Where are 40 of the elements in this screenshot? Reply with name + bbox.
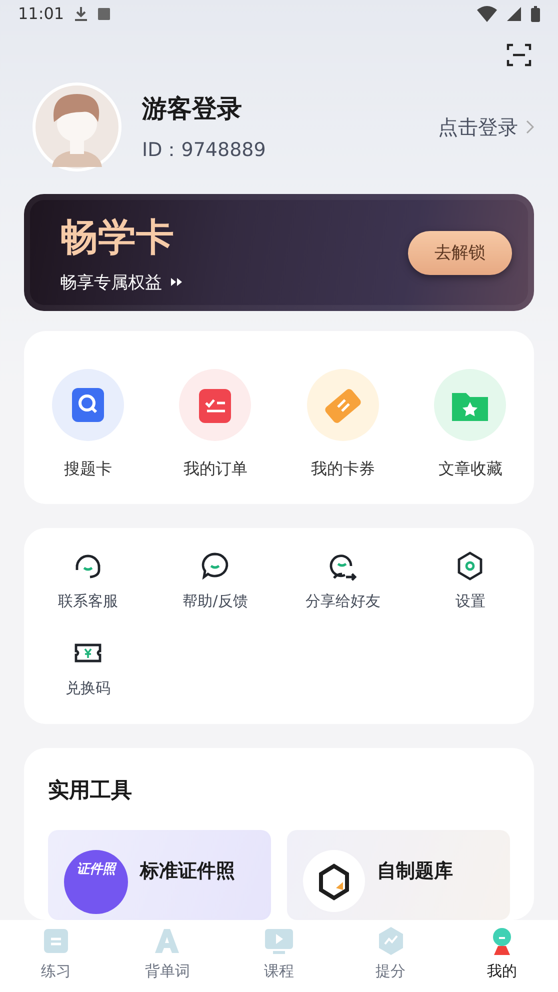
tool-label: 标准证件照	[140, 859, 235, 884]
scan-icon[interactable]	[506, 42, 532, 68]
service-label[interactable]: 设置	[455, 592, 486, 611]
battery-icon	[531, 6, 540, 22]
tab-item[interactable]: 背单词	[112, 920, 224, 992]
tab-item[interactable]: 课程	[223, 920, 335, 992]
tool-label: 自制题库	[377, 859, 453, 884]
membership-banner[interactable]: 畅学卡 畅享专属权益 去解锁	[24, 194, 534, 311]
avatar[interactable]	[32, 82, 122, 172]
section-title: 实用工具	[48, 777, 133, 804]
tool-card[interactable]: 自制题库	[287, 830, 510, 920]
shortcut-label[interactable]: 搜题卡	[64, 459, 112, 480]
tab-item[interactable]: 提分	[334, 920, 446, 992]
service-label[interactable]: 联系客服	[58, 592, 118, 611]
user-id: ID：9748889	[142, 138, 267, 163]
cube-logo-icon	[303, 850, 365, 912]
id-photo-badge: 证件照	[64, 850, 128, 914]
tab-item[interactable]: 练习	[0, 920, 112, 992]
banner-subtitle: 畅享专属权益	[60, 272, 162, 294]
double-arrow-icon	[170, 277, 184, 288]
search-card-icon[interactable]	[52, 369, 124, 441]
login-link[interactable]: 点击登录	[438, 114, 518, 141]
unlock-button[interactable]: 去解锁	[408, 230, 512, 275]
tool-card[interactable]: 证件照 标准证件照	[48, 830, 271, 920]
clipboard-icon[interactable]	[179, 369, 252, 441]
shortcut-label[interactable]: 我的卡券	[310, 459, 375, 480]
shortcut-label[interactable]: 文章收藏	[438, 459, 502, 480]
service-label[interactable]: 兑换码	[65, 679, 110, 698]
chevron-right-icon	[526, 120, 534, 134]
download-icon	[74, 6, 88, 22]
status-time: 11:01	[18, 4, 64, 24]
tab-item[interactable]: 我的	[446, 920, 558, 992]
video-screen-icon	[264, 926, 294, 956]
wifi-icon	[477, 6, 497, 22]
guest-name: 游客登录	[142, 92, 243, 125]
banner-title: 畅学卡	[60, 214, 175, 261]
service-label[interactable]: 分享给好友	[305, 592, 380, 611]
shortcut-label[interactable]: 我的订单	[183, 459, 248, 480]
service-label[interactable]: 帮助/反馈	[182, 592, 248, 611]
signal-icon	[507, 6, 521, 21]
